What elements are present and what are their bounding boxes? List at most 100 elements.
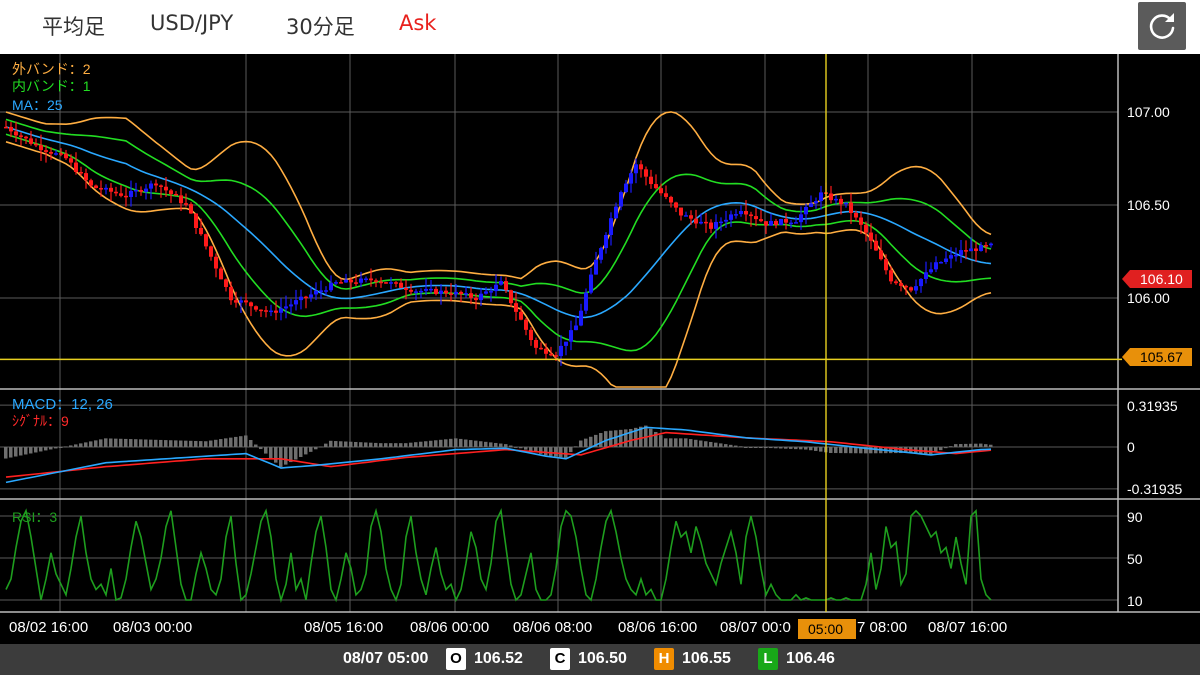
candle-body [944,258,948,263]
candle-body [24,136,28,139]
macd-histogram-bar [769,447,773,449]
candle-body [964,250,968,252]
candle-body [39,145,43,151]
macd-histogram-bar [509,445,513,447]
x-axis-label: 08/05 16:00 [304,619,383,636]
macd-histogram-bar [264,447,268,454]
open-value: 106.52 [474,650,523,667]
crosshair-price-tag: 105.67 [1122,348,1192,366]
macd-histogram-bar [119,438,123,447]
candle-body [154,183,158,186]
macd-histogram-bar [444,439,448,447]
macd-histogram-bar [9,447,13,458]
macd-histogram-bar [529,447,533,452]
candle-body [159,185,163,187]
ohlc-datetime: 08/07 05:00 [343,650,429,667]
macd-histogram-bar [554,447,558,457]
candle-body [399,282,403,288]
candle-body [444,290,448,294]
timeframe-button[interactable]: 30分足 [286,11,355,41]
macd-histogram-bar [174,440,178,447]
candle-body [984,245,988,247]
candle-body [949,255,953,259]
macd-histogram-bar [194,440,198,447]
candle-body [664,193,668,197]
price-tick-label: 107.00 [1127,104,1170,120]
candle-body [674,202,678,208]
macd-histogram-bar [259,447,263,450]
candle-body [494,284,498,292]
macd-histogram-bar [179,440,183,447]
macd-histogram-bar [334,441,338,447]
candle-body [909,287,913,291]
macd-histogram-bar [784,447,788,449]
macd-histogram-bar [679,438,683,447]
macd-histogram-bar [64,446,68,448]
inner-band-legend: 内バンド：1 [12,78,91,94]
macd-histogram-bar [974,443,978,447]
macd-histogram-bar [54,447,58,449]
price-tick-label: 106.00 [1127,290,1170,306]
candle-body [679,207,683,216]
candle-body [449,293,453,295]
candle-body [279,308,283,313]
macd-histogram-bar [834,447,838,454]
candle-body [644,169,648,177]
macd-histogram-bar [624,429,628,447]
macd-histogram-bar [199,441,203,447]
candle-body [599,248,603,260]
macd-histogram-bar [569,447,573,453]
macd-histogram-bar [219,439,223,447]
candle-body [474,297,478,301]
macd-histogram-bar [154,439,158,447]
macd-histogram-bar [549,447,553,456]
macd-histogram-bar [499,443,503,447]
candle-body [234,300,238,303]
current-price-label: 106.10 [1140,271,1183,287]
macd-histogram-bar [579,440,583,447]
candle-body [544,348,548,354]
candle-body [689,215,693,219]
candle-body [754,216,758,220]
candle-body [509,290,513,304]
refresh-button[interactable] [1138,2,1186,50]
candle-body [854,213,858,218]
macd-histogram-bar [309,447,313,452]
macd-histogram-bar [419,441,423,447]
macd-histogram-bar [474,440,478,447]
high-value: 106.55 [682,650,731,667]
macd-histogram-bar [414,442,418,447]
candle-body [54,153,58,155]
candle-body [979,245,983,251]
candle-body [534,339,538,348]
symbol-button[interactable]: USD/JPY [150,11,233,35]
macd-histogram-bar [189,440,193,447]
candle-body [699,221,703,224]
macd-histogram-bar [969,443,973,447]
candle-body [749,214,753,217]
macd-histogram-bar [249,440,253,447]
candle-body [9,126,13,132]
candle-body [864,224,868,233]
candle-body [659,188,663,194]
candle-body [389,282,393,284]
candle-body [694,218,698,224]
candle-body [164,186,168,191]
chart-type-button[interactable]: 平均足 [42,11,105,41]
price-side-button[interactable]: Ask [399,11,436,35]
candle-body [734,214,738,216]
crosshair-price-label: 105.67 [1140,349,1183,365]
candle-body [424,288,428,291]
toolbar: 平均足 USD/JPY 30分足 Ask [0,0,1200,54]
macd-histogram-bar [799,447,803,450]
candle-body [274,310,278,313]
candle-body [709,222,713,229]
macd-histogram-bar [364,442,368,447]
macd-histogram-bar [374,442,378,447]
candle-body [684,215,688,217]
price-tick-label: 106.50 [1127,197,1170,213]
macd-histogram-bar [124,438,128,447]
candle-body [344,279,348,283]
chart-area[interactable]: 外バンド：2 内バンド：1 MA：25 MACD：12, 26 ｼｸﾞﾅﾙ：9 … [0,54,1200,644]
macd-histogram-bar [229,437,233,447]
